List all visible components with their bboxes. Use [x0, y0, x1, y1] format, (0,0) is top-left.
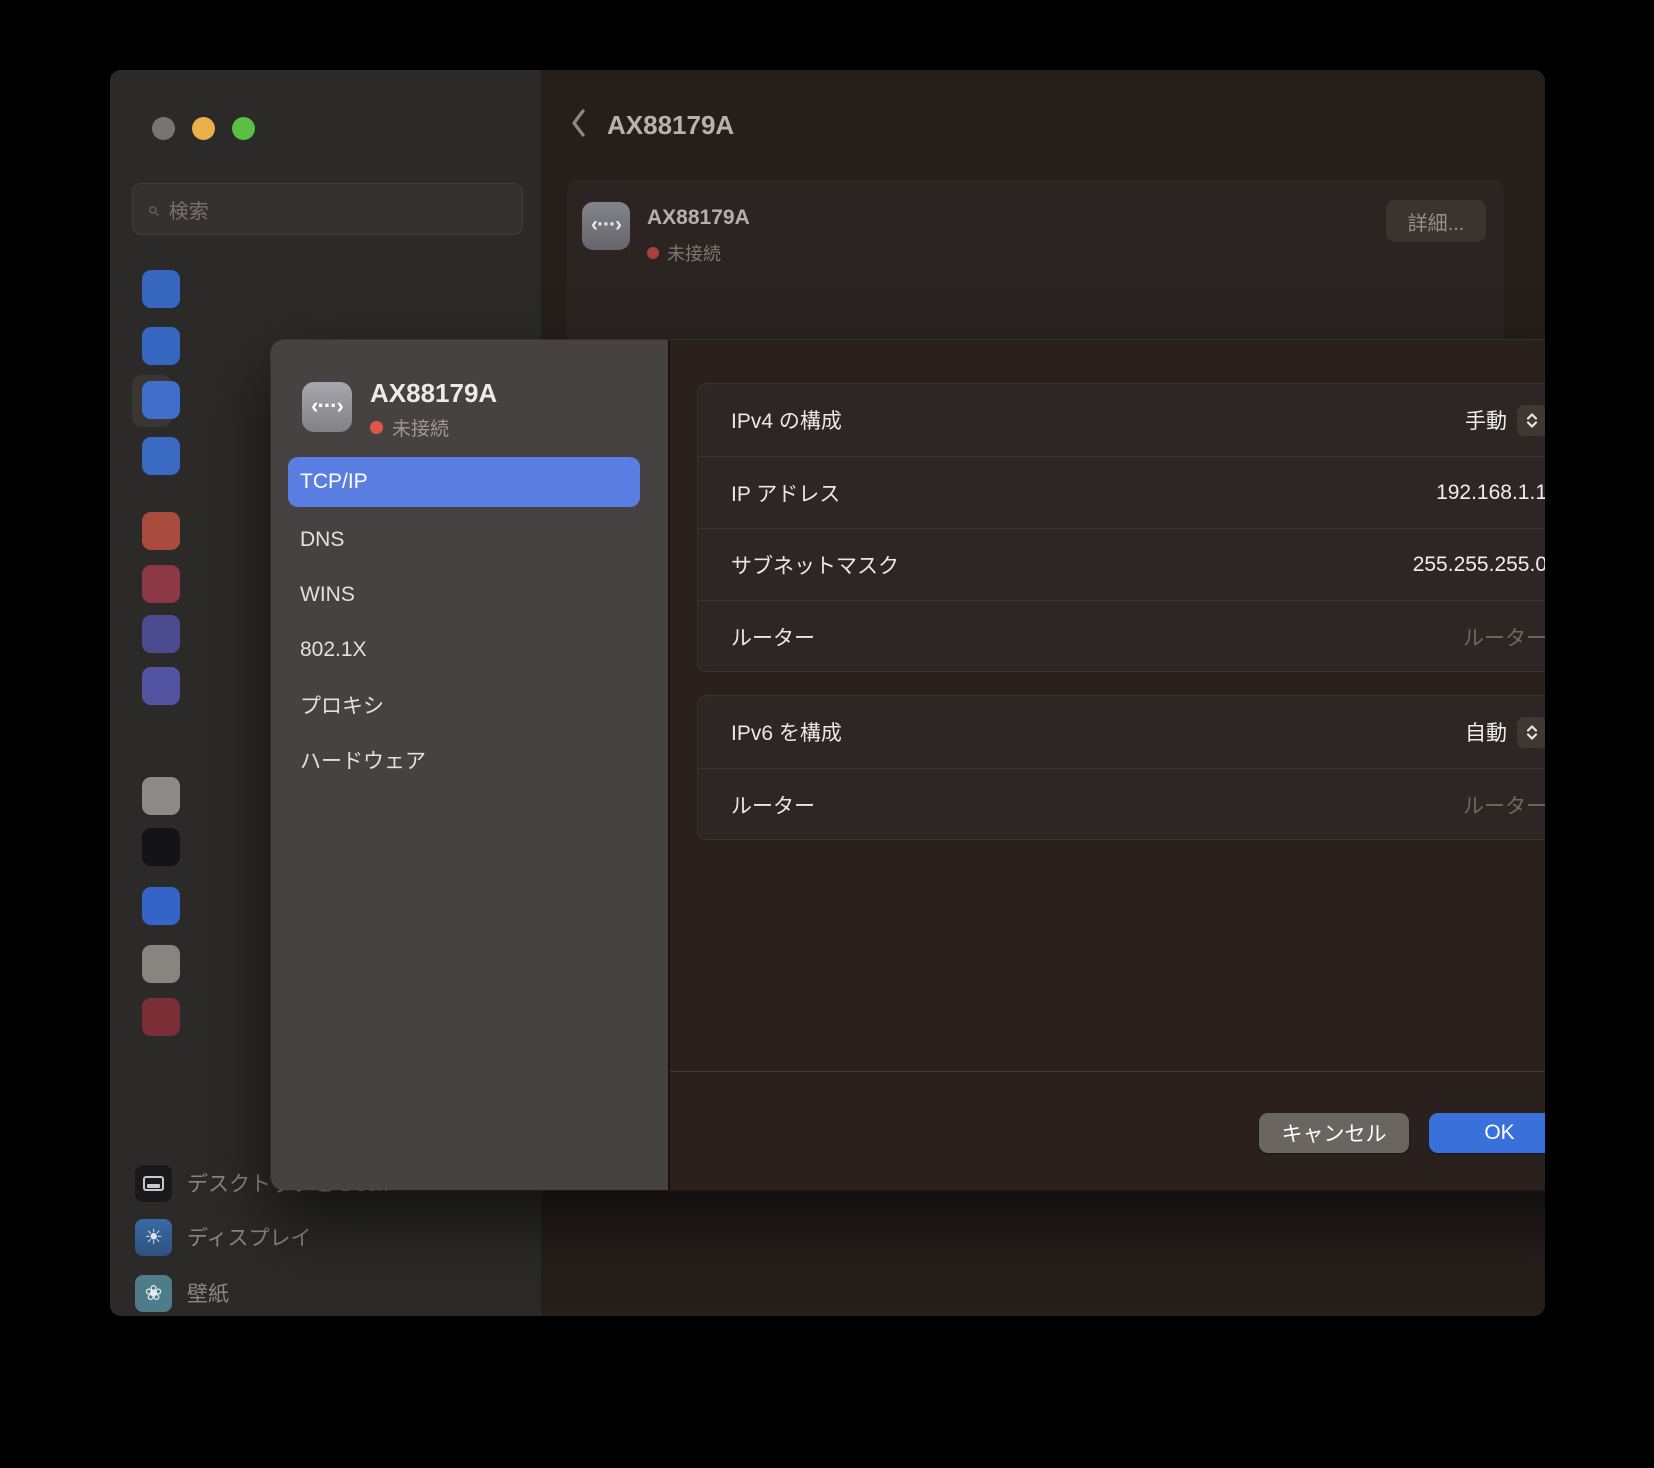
tab-proxy[interactable]: プロキシ [288, 677, 640, 732]
ipv4-configure-dropdown[interactable] [1517, 405, 1545, 436]
ipv4-router-label: ルーター [731, 622, 815, 652]
ipv4-configure-row: IPv4 の構成 手動 [698, 384, 1545, 456]
search-input[interactable]: ⌕ 検索 [132, 183, 523, 235]
sidebar-app-icon[interactable] [142, 777, 180, 815]
ipv6-router-field[interactable]: ルーター [1463, 790, 1545, 820]
details-button[interactable]: 詳細... [1386, 200, 1486, 242]
status-dot-icon [370, 421, 383, 434]
minimize-window-button[interactable] [192, 117, 215, 140]
subnet-mask-field[interactable]: 255.255.255.0 [1413, 553, 1545, 577]
page-title: AX88179A [607, 110, 734, 141]
ipv6-router-row: ルーター ルーター [698, 768, 1545, 840]
ip-address-label: IP アドレス [731, 478, 840, 508]
ipv6-configure-value: 自動 [1465, 717, 1507, 747]
ethernet-glyph: ‹···› [591, 213, 621, 240]
sidebar-app-icon[interactable] [142, 381, 180, 419]
ethernet-glyph: ‹···› [311, 393, 343, 422]
window-controls [152, 117, 255, 140]
system-settings-window: ⌕ 検索 デスクトップと Dock [110, 70, 1545, 1316]
tab-hardware[interactable]: ハードウェア [288, 732, 640, 787]
status-text: 未接続 [667, 240, 721, 266]
ipv4-configure-label: IPv4 の構成 [731, 405, 842, 435]
search-placeholder: 検索 [169, 195, 209, 224]
ipv6-configure-label: IPv6 を構成 [731, 717, 842, 747]
dialog-tab-list: TCP/IP DNS WINS 802.1X プロキシ ハードウェア [288, 457, 640, 787]
status-dot-icon [647, 247, 659, 259]
ip-address-row: IP アドレス 192.168.1.1 [698, 456, 1545, 528]
sidebar-app-icon[interactable] [142, 615, 180, 653]
sidebar-item-wallpaper[interactable]: ❀ 壁紙 [135, 1269, 229, 1316]
ip-address-field[interactable]: 192.168.1.1 [1436, 481, 1545, 505]
chevron-up-down-icon [1524, 411, 1540, 430]
ipv6-configure-row: IPv6 を構成 自動 [698, 696, 1545, 768]
tab-8021x[interactable]: 802.1X [288, 622, 640, 677]
sidebar-app-icon[interactable] [142, 270, 180, 308]
tab-tcpip[interactable]: TCP/IP [288, 457, 640, 507]
ipv6-configure-dropdown[interactable] [1517, 717, 1545, 748]
back-button[interactable] [565, 106, 591, 140]
ok-button[interactable]: OK [1429, 1113, 1545, 1153]
sidebar-item-display[interactable]: ☀ ディスプレイ [135, 1213, 312, 1261]
sidebar-app-icon[interactable] [142, 565, 180, 603]
tab-wins[interactable]: WINS [288, 567, 640, 622]
ipv6-settings-group: IPv6 を構成 自動 ルーター ルーター [697, 695, 1545, 840]
desktop-dock-icon [135, 1165, 172, 1202]
sidebar-app-icon[interactable] [142, 437, 180, 475]
ethernet-adapter-icon: ‹···› [302, 382, 352, 432]
desktop-background: ⌕ 検索 デスクトップと Dock [0, 0, 1654, 1468]
display-icon: ☀ [135, 1219, 172, 1256]
tcpip-settings-dialog: ‹···› AX88179A 未接続 TCP/IP DNS WINS 802.1… [271, 340, 1545, 1190]
ipv4-router-row: ルーター ルーター [698, 600, 1545, 672]
sidebar-app-icon[interactable] [142, 512, 180, 550]
sidebar-app-icon[interactable] [142, 887, 180, 925]
dialog-device-status: 未接続 [370, 414, 449, 441]
sidebar-item-label: ディスプレイ [187, 1222, 312, 1252]
subnet-mask-label: サブネットマスク [731, 550, 899, 580]
dialog-content: IPv4 の構成 手動 IP アドレス 192.168.1.1 [668, 340, 1545, 1190]
ipv6-router-label: ルーター [731, 790, 815, 820]
device-status: 未接続 [647, 240, 721, 266]
chevron-up-down-icon [1524, 723, 1540, 742]
sidebar-item-label: 壁紙 [187, 1278, 229, 1308]
cancel-button[interactable]: キャンセル [1259, 1113, 1409, 1153]
dialog-device-name: AX88179A [370, 378, 497, 409]
tab-dns[interactable]: DNS [288, 512, 640, 567]
close-window-button[interactable] [152, 117, 175, 140]
ethernet-adapter-icon: ‹···› [582, 202, 630, 250]
sidebar-app-icon[interactable] [142, 667, 180, 705]
ipv4-settings-group: IPv4 の構成 手動 IP アドレス 192.168.1.1 [697, 383, 1545, 672]
status-text: 未接続 [392, 414, 449, 441]
device-name: AX88179A [647, 206, 750, 230]
subnet-mask-row: サブネットマスク 255.255.255.0 [698, 528, 1545, 600]
dialog-sidebar: ‹···› AX88179A 未接続 TCP/IP DNS WINS 802.1… [271, 340, 668, 1190]
wallpaper-icon: ❀ [135, 1275, 172, 1312]
footer-divider [670, 1071, 1545, 1072]
sidebar-app-icon[interactable] [142, 998, 180, 1036]
ipv4-router-field[interactable]: ルーター [1463, 622, 1545, 652]
chevron-left-icon [571, 108, 586, 138]
sidebar-app-icon[interactable] [142, 945, 180, 983]
sidebar-app-icon[interactable] [142, 327, 180, 365]
search-icon: ⌕ [147, 199, 159, 220]
zoom-window-button[interactable] [232, 117, 255, 140]
ipv4-configure-value: 手動 [1465, 405, 1507, 435]
sidebar-app-icon[interactable] [142, 828, 180, 866]
